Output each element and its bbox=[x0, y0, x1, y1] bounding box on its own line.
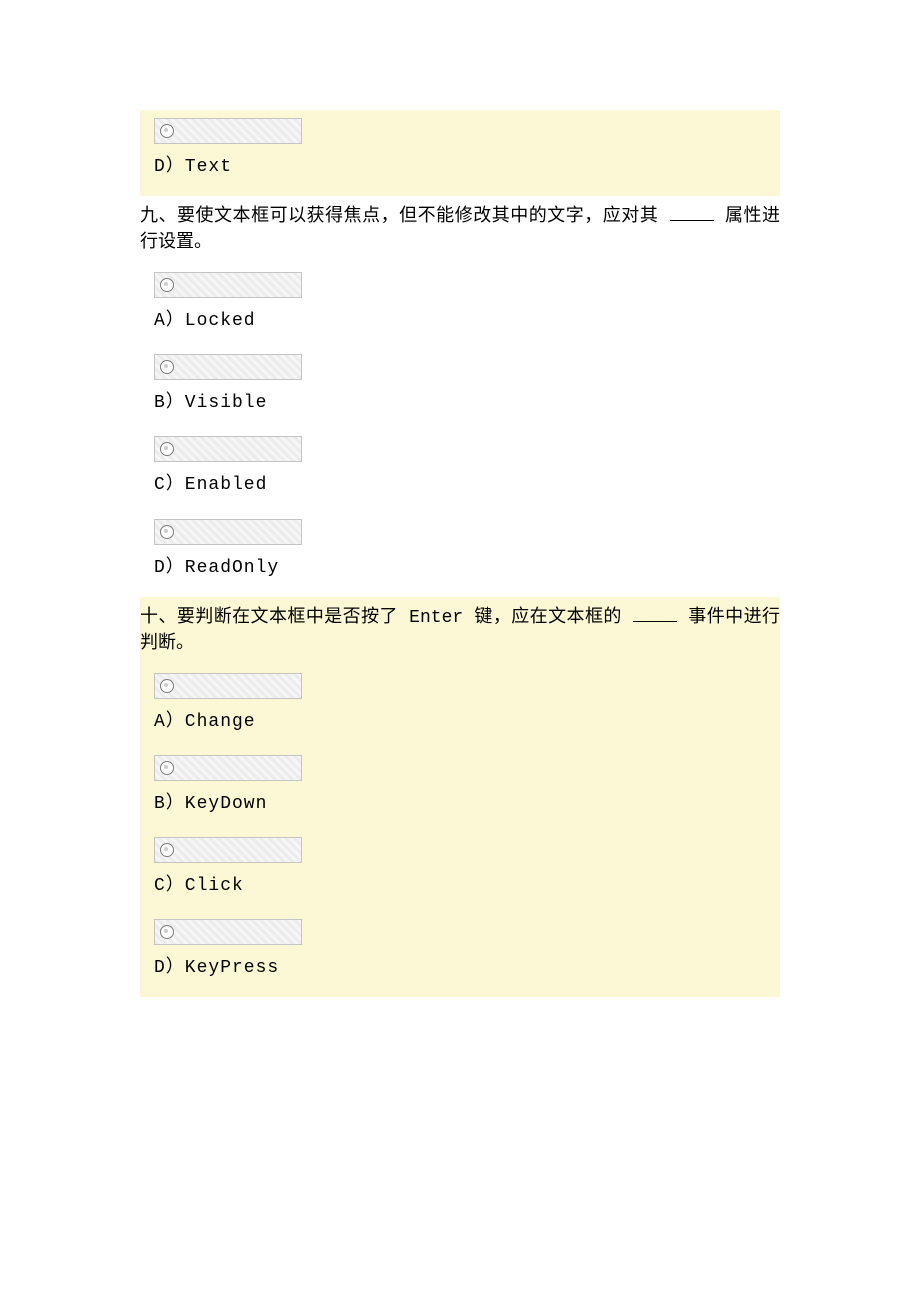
option-label: B）KeyDown bbox=[154, 791, 766, 817]
q9-text: 九、要使文本框可以获得焦点，但不能修改其中的文字，应对其 属性进行设置。 bbox=[140, 198, 780, 266]
q10-option-d: D）KeyPress bbox=[140, 913, 780, 987]
radio-input[interactable] bbox=[154, 354, 302, 380]
radio-icon bbox=[160, 360, 174, 374]
q10-text: 十、要判断在文本框中是否按了 Enter 键，应在文本框的 事件中进行判断。 bbox=[140, 599, 780, 667]
q9-option-a: A）Locked bbox=[140, 266, 780, 348]
option-label: A）Change bbox=[154, 709, 766, 735]
radio-icon bbox=[160, 442, 174, 456]
q10-option-a: A）Change bbox=[140, 667, 780, 749]
radio-input[interactable] bbox=[154, 673, 302, 699]
blank bbox=[633, 621, 677, 622]
radio-input[interactable] bbox=[154, 519, 302, 545]
q9-option-b: B）Visible bbox=[140, 348, 780, 430]
blank bbox=[670, 220, 714, 221]
radio-input[interactable] bbox=[154, 919, 302, 945]
radio-icon bbox=[160, 925, 174, 939]
option-label: C）Click bbox=[154, 873, 766, 899]
q8-option-d: D）Text bbox=[140, 112, 780, 186]
radio-input[interactable] bbox=[154, 272, 302, 298]
q10-option-b: B）KeyDown bbox=[140, 749, 780, 831]
q9-text-a: 九、要使文本框可以获得焦点，但不能修改其中的文字，应对其 bbox=[140, 207, 670, 227]
page: D）Text 九、要使文本框可以获得焦点，但不能修改其中的文字，应对其 属性进行… bbox=[0, 0, 920, 1177]
radio-input[interactable] bbox=[154, 436, 302, 462]
radio-input[interactable] bbox=[154, 118, 302, 144]
option-label: B）Visible bbox=[154, 390, 766, 416]
option-label: A）Locked bbox=[154, 308, 766, 334]
q10-block: 十、要判断在文本框中是否按了 Enter 键，应在文本框的 事件中进行判断。 A… bbox=[140, 597, 780, 998]
q9-option-c: C）Enabled bbox=[140, 430, 780, 512]
option-label: D）ReadOnly bbox=[154, 555, 766, 581]
radio-icon bbox=[160, 679, 174, 693]
radio-input[interactable] bbox=[154, 837, 302, 863]
option-label: C）Enabled bbox=[154, 472, 766, 498]
radio-icon bbox=[160, 278, 174, 292]
option-label: D）Text bbox=[154, 154, 766, 180]
option-label: D）KeyPress bbox=[154, 955, 766, 981]
q8-option-d-block: D）Text bbox=[140, 110, 780, 196]
q10-text-a: 十、要判断在文本框中是否按了 Enter 键，应在文本框的 bbox=[140, 608, 633, 628]
q10-option-c: C）Click bbox=[140, 831, 780, 913]
q9-option-d: D）ReadOnly bbox=[140, 513, 780, 587]
radio-icon bbox=[160, 124, 174, 138]
q9-block: 九、要使文本框可以获得焦点，但不能修改其中的文字，应对其 属性进行设置。 A）L… bbox=[140, 196, 780, 597]
radio-icon bbox=[160, 761, 174, 775]
radio-icon bbox=[160, 843, 174, 857]
radio-icon bbox=[160, 525, 174, 539]
radio-input[interactable] bbox=[154, 755, 302, 781]
